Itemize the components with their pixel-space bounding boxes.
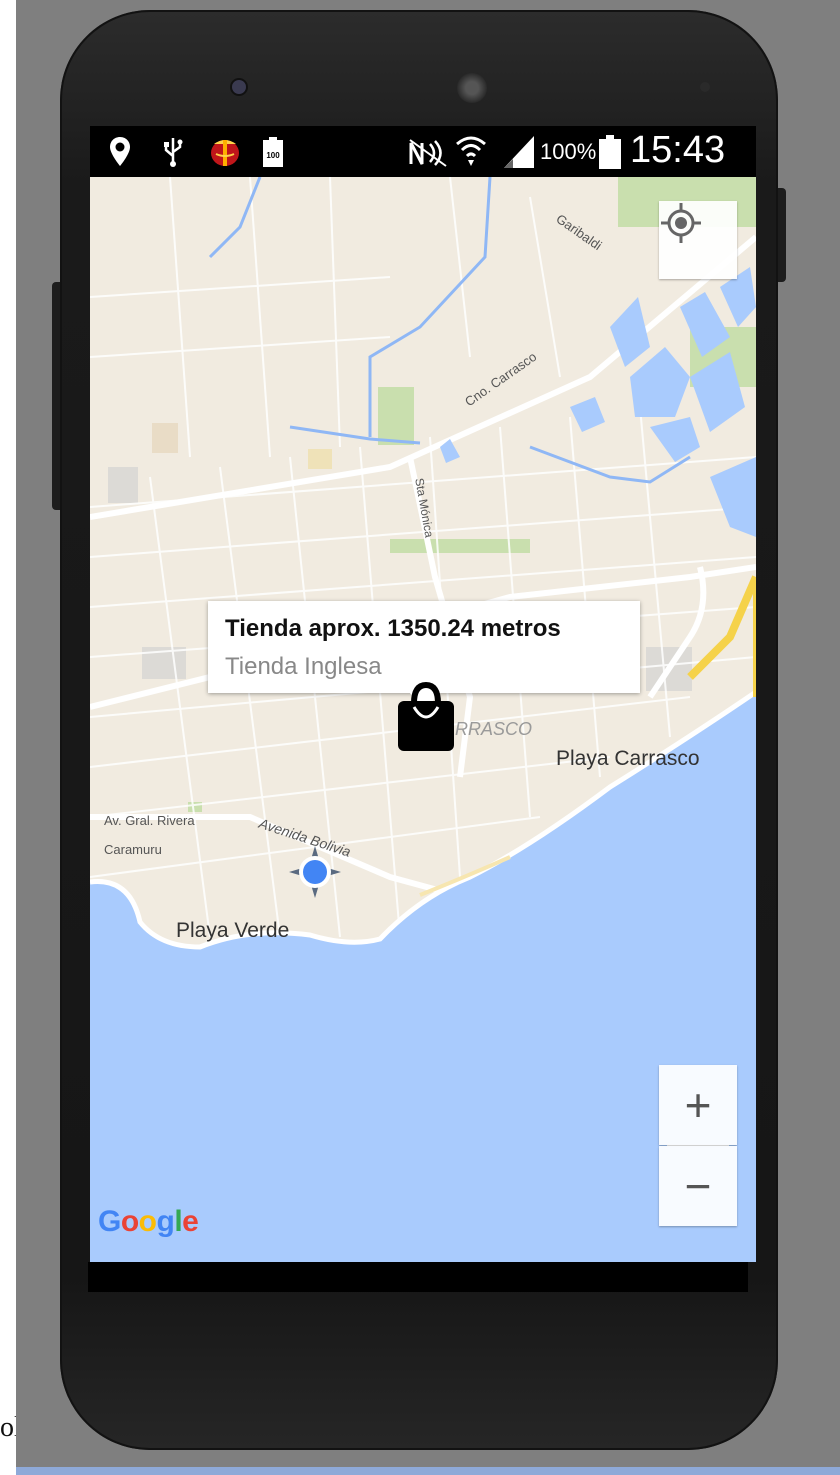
- nfc-icon: [409, 139, 447, 167]
- google-logo-letter: o: [138, 1205, 157, 1238]
- my-location-dot-icon: [289, 846, 341, 898]
- volume-button: [52, 282, 60, 510]
- bottom-rule: [16, 1467, 840, 1475]
- clock: 15:43: [630, 129, 726, 171]
- shopping-bag-marker-icon[interactable]: [394, 681, 458, 753]
- status-bar: 100 100% 15:43: [90, 126, 756, 177]
- map-label-av-gral-rivera: Av. Gral. Rivera: [104, 813, 195, 828]
- battery-small-label: 100: [266, 151, 280, 160]
- stray-text-fragment: ol: [0, 1412, 16, 1443]
- google-logo-letter: g: [156, 1205, 175, 1238]
- signal-icon: [504, 136, 534, 168]
- zoom-divider: [667, 1145, 729, 1146]
- info-window-title: Tienda aprox. 1350.24 metros: [225, 615, 561, 642]
- google-logo-letter: o: [120, 1205, 139, 1238]
- zoom-out-label: −: [684, 1160, 712, 1212]
- usb-icon: [164, 138, 183, 167]
- google-logo-letter: e: [182, 1205, 199, 1238]
- battery-icon: [599, 135, 621, 169]
- map-label-playa-carrasco: Playa Carrasco: [556, 747, 700, 770]
- phone-screen: 100 100% 15:43 Garibaldi Cno. Carrasco S…: [90, 126, 756, 1262]
- zoom-out-button[interactable]: −: [659, 1146, 737, 1226]
- map-label-carrasco: RRASCO: [455, 719, 533, 739]
- earpiece-speaker: [457, 73, 487, 103]
- google-logo-letter: G: [98, 1205, 121, 1238]
- gift-icon: [211, 140, 239, 166]
- wifi-icon: [456, 136, 486, 166]
- battery-percent: 100%: [540, 139, 597, 164]
- battery-small-icon: 100: [263, 137, 283, 167]
- power-button: [778, 188, 786, 282]
- info-window-snippet: Tienda Inglesa: [225, 653, 382, 680]
- map-label-caramuru: Caramuru: [104, 842, 162, 857]
- location-pin-icon: [110, 137, 130, 166]
- map-view[interactable]: Garibaldi Cno. Carrasco Sta Mónica RRASC…: [90, 177, 756, 1262]
- google-logo-letter: l: [174, 1205, 183, 1238]
- navigation-bar: [88, 1262, 748, 1292]
- proximity-sensor: [700, 82, 710, 92]
- zoom-in-button[interactable]: +: [659, 1065, 737, 1145]
- zoom-in-label: +: [684, 1079, 712, 1131]
- crosshair-icon: [661, 203, 701, 243]
- marker-info-window[interactable]: Tienda aprox. 1350.24 metros Tienda Ingl…: [208, 601, 640, 693]
- front-camera: [230, 78, 248, 96]
- my-location-button[interactable]: [659, 201, 737, 279]
- google-logo: Google: [98, 1205, 199, 1239]
- map-label-playa-verde: Playa Verde: [176, 919, 290, 942]
